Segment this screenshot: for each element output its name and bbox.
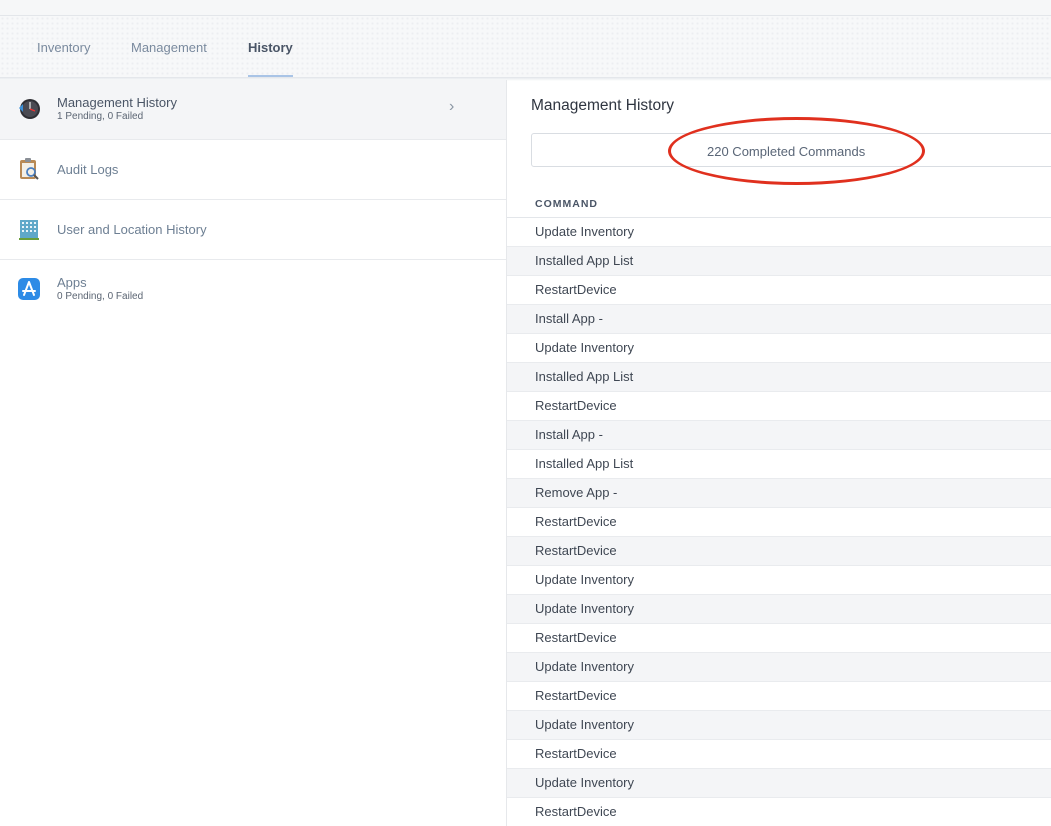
sidebar-item-management-history[interactable]: Management History 1 Pending, 0 Failed › bbox=[0, 80, 506, 140]
sidebar-item-status: 1 Pending, 0 Failed bbox=[57, 111, 144, 122]
time-machine-icon bbox=[17, 97, 41, 121]
table-row[interactable]: Installed App List bbox=[507, 247, 1051, 276]
table-row[interactable]: Update Inventory bbox=[507, 653, 1051, 682]
active-tab-indicator bbox=[248, 75, 293, 77]
column-header-command: COMMAND bbox=[535, 198, 598, 210]
table-row[interactable]: RestartDevice bbox=[507, 624, 1051, 653]
table-row[interactable]: Install App - bbox=[507, 305, 1051, 334]
building-icon bbox=[17, 217, 41, 241]
sidebar-item-label: Management History bbox=[57, 95, 177, 110]
sidebar-item-label: User and Location History bbox=[57, 222, 207, 237]
chevron-right-icon: › bbox=[449, 98, 455, 115]
table-row[interactable]: RestartDevice bbox=[507, 798, 1051, 826]
table-row[interactable]: Update Inventory bbox=[507, 566, 1051, 595]
table-row[interactable]: Update Inventory bbox=[507, 711, 1051, 740]
table-row[interactable]: RestartDevice bbox=[507, 392, 1051, 421]
sidebar-item-label: Audit Logs bbox=[57, 162, 119, 177]
table-row[interactable]: Remove App - bbox=[507, 479, 1051, 508]
table-row[interactable]: RestartDevice bbox=[507, 276, 1051, 305]
table-row[interactable]: Update Inventory bbox=[507, 334, 1051, 363]
table-row[interactable]: Install App - bbox=[507, 421, 1051, 450]
sidebar-item-user-location-history[interactable]: User and Location History bbox=[0, 200, 506, 260]
sidebar-item-label: Apps bbox=[57, 275, 87, 290]
completed-commands-label: 220 Completed Commands bbox=[707, 144, 866, 159]
tab-history[interactable]: History bbox=[248, 40, 293, 55]
app-store-icon bbox=[17, 277, 41, 301]
sidebar-item-audit-logs[interactable]: Audit Logs bbox=[0, 140, 506, 200]
top-strip bbox=[0, 0, 1051, 16]
clipboard-magnifier-icon bbox=[17, 157, 41, 181]
table-row[interactable]: RestartDevice bbox=[507, 682, 1051, 711]
tab-management[interactable]: Management bbox=[131, 40, 207, 55]
table-row[interactable]: Update Inventory bbox=[507, 769, 1051, 798]
table-row[interactable]: Installed App List bbox=[507, 363, 1051, 392]
table-row[interactable]: Update Inventory bbox=[507, 595, 1051, 624]
sidebar-item-apps[interactable]: Apps 0 Pending, 0 Failed bbox=[0, 260, 506, 320]
table-row[interactable]: Installed App List bbox=[507, 450, 1051, 479]
table-row[interactable]: RestartDevice bbox=[507, 537, 1051, 566]
sidebar-item-status: 0 Pending, 0 Failed bbox=[57, 291, 144, 302]
sidebar: Management History 1 Pending, 0 Failed ›… bbox=[0, 80, 507, 826]
table-row[interactable]: RestartDevice bbox=[507, 508, 1051, 537]
tab-inventory[interactable]: Inventory bbox=[37, 40, 90, 55]
tab-bar: Inventory Management History bbox=[0, 16, 1051, 78]
table-row[interactable]: RestartDevice bbox=[507, 740, 1051, 769]
command-list: Update Inventory Installed App List Restar… bbox=[507, 218, 1051, 826]
completed-commands-button[interactable]: 220 Completed Commands bbox=[531, 133, 1051, 167]
page-title: Management History bbox=[531, 97, 675, 114]
table-row[interactable]: Update Inventory bbox=[507, 218, 1051, 247]
